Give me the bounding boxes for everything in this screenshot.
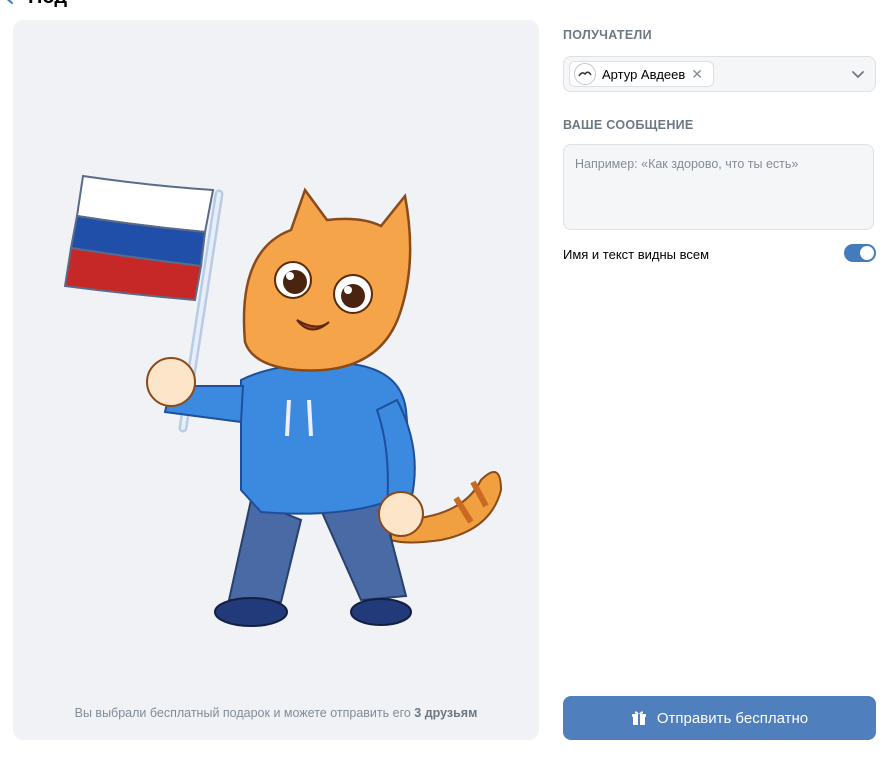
cat-with-flag-sticker [63,174,503,627]
send-button-label: Отправить бесплатно [656,709,809,727]
recipients-label: ПОЛУЧАТЕЛИ [563,28,652,42]
recipient-chip: Артур Авдеев ✕ [569,61,715,87]
recipients-select[interactable]: Артур Авдеев ✕ [563,56,876,92]
toggle-knob [860,246,874,260]
message-input[interactable] [563,144,874,230]
back-arrow-icon[interactable] [0,0,18,6]
visibility-row: Имя и текст видны всем [563,244,876,266]
gift-form: ПОЛУЧАТЕЛИ Артур Авдеев ✕ ВАШЕ СООБЩЕНИЕ… [563,0,876,758]
russian-flag [63,174,215,302]
recipient-name: Артур Авдеев [602,66,686,82]
page-header: Под [0,0,67,8]
visibility-label: Имя и текст видны всем [563,247,710,262]
message-label: ВАШЕ СООБЩЕНИЕ [563,118,694,132]
send-free-button[interactable]: Отправить бесплатно [563,696,876,740]
gift-info-text: Вы выбрали бесплатный подарок и можете о… [74,706,415,720]
avatar [574,63,596,85]
avatar-logo-icon [578,71,592,77]
visibility-toggle[interactable] [844,244,876,262]
gift-info-note: Вы выбрали бесплатный подарок и можете о… [13,706,539,720]
chevron-down-icon[interactable] [851,67,865,81]
remove-recipient-icon[interactable]: ✕ [691,67,703,81]
gift-icon [631,711,646,725]
page-title: Под [28,0,67,9]
gift-info-count: 3 друзьям [414,706,478,720]
gift-preview-panel: Вы выбрали бесплатный подарок и можете о… [13,20,539,740]
